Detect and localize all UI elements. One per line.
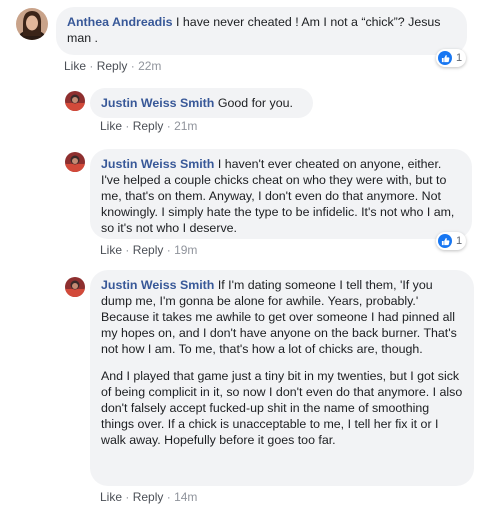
comment-author[interactable]: Justin Weiss Smith (101, 157, 214, 171)
comment-timestamp[interactable]: 22m (138, 59, 161, 73)
comment-author[interactable]: Justin Weiss Smith (101, 278, 214, 292)
comment-text-paragraph-2: And I played that game just a tiny bit i… (101, 369, 466, 447)
reaction-badge[interactable]: 1 (436, 232, 467, 250)
reaction-badge[interactable]: 1 (436, 49, 467, 67)
reply-link[interactable]: Reply (133, 243, 164, 257)
comment-actions: Like · Reply · 22m (64, 59, 162, 73)
like-link[interactable]: Like (64, 59, 86, 73)
comment-bubble: Justin Weiss Smith Good for you. (90, 88, 313, 118)
thumbs-up-icon (438, 234, 452, 248)
reply-link[interactable]: Reply (133, 490, 164, 504)
thumbs-up-icon (438, 51, 452, 65)
comment-bubble: Justin Weiss Smith If I'm dating someone… (90, 270, 474, 486)
comment-author[interactable]: Anthea Andreadis (67, 15, 173, 29)
comment-text: Good for you. (217, 96, 293, 110)
comment-timestamp[interactable]: 21m (174, 119, 197, 133)
comment-actions: Like · Reply · 19m (100, 243, 198, 257)
avatar[interactable] (65, 91, 85, 111)
reply-link[interactable]: Reply (133, 119, 164, 133)
reaction-count: 1 (456, 235, 463, 247)
reply-link[interactable]: Reply (97, 59, 128, 73)
comment-author[interactable]: Justin Weiss Smith (101, 96, 214, 110)
avatar[interactable] (16, 8, 48, 40)
comment-timestamp[interactable]: 14m (174, 490, 197, 504)
avatar[interactable] (65, 152, 85, 172)
comment-actions: Like · Reply · 14m (100, 490, 198, 504)
comment-bubble: Anthea Andreadis I have never cheated ! … (56, 7, 467, 55)
avatar[interactable] (65, 277, 85, 297)
like-link[interactable]: Like (100, 243, 122, 257)
comment-actions: Like · Reply · 21m (100, 119, 198, 133)
comment-bubble: Justin Weiss Smith I haven't ever cheate… (90, 149, 472, 239)
reaction-count: 1 (456, 52, 463, 64)
like-link[interactable]: Like (100, 490, 122, 504)
comment-timestamp[interactable]: 19m (174, 243, 197, 257)
like-link[interactable]: Like (100, 119, 122, 133)
